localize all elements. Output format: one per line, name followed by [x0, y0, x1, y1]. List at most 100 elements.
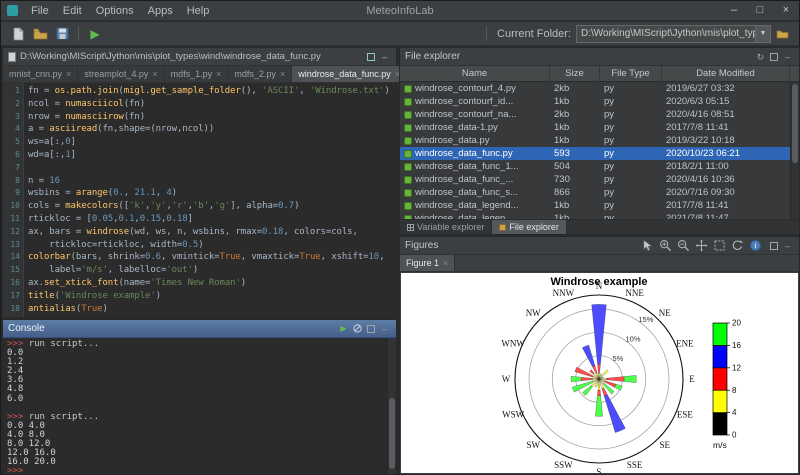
console-float-icon[interactable]	[367, 325, 375, 333]
open-file-icon[interactable]	[31, 25, 49, 43]
pan-icon[interactable]	[695, 239, 708, 252]
code-editor[interactable]: 123456789101112131415161718 fn = os.path…	[3, 83, 396, 317]
console-scrollbar[interactable]	[387, 338, 396, 474]
column-header-name[interactable]: Name	[400, 66, 550, 81]
column-header-file-type[interactable]: File Type	[600, 66, 662, 81]
close-tab-icon[interactable]: ×	[152, 69, 157, 79]
windrose-petal-segment	[571, 376, 581, 381]
zoom-in-icon[interactable]	[659, 239, 672, 252]
line-number: 5	[3, 136, 20, 149]
figures-float-icon[interactable]	[770, 242, 778, 250]
colorbar-tick-label: 16	[732, 341, 741, 350]
close-button[interactable]: ×	[773, 1, 799, 20]
table-row[interactable]: windrose_data_func_...730py2020/4/16 10:…	[400, 173, 790, 186]
console-run-icon[interactable]: ▶	[339, 324, 348, 334]
table-row[interactable]: windrose_data_func_1...504py2018/2/1 11:…	[400, 160, 790, 173]
editor-tab-streamplot-4-py[interactable]: streamplot_4.py ×	[78, 66, 164, 82]
figure-tab[interactable]: Figure 1 ×	[400, 255, 455, 271]
code-area[interactable]: fn = os.path.join(migl.get_sample_folder…	[24, 83, 396, 317]
file-name-cell: windrose_data_func_s...	[400, 187, 550, 198]
save-icon[interactable]	[53, 25, 71, 43]
close-tab-icon[interactable]: ×	[66, 69, 71, 79]
close-tab-icon[interactable]: ×	[280, 69, 285, 79]
code-line: cols = makecolors(['k','y','r','b','g'],…	[28, 200, 396, 213]
menu-edit[interactable]: Edit	[56, 3, 89, 19]
column-header-date-modified[interactable]: Date Modified	[662, 66, 790, 81]
menu-help[interactable]: Help	[180, 3, 217, 19]
console-content: >>> run script...0.01.22.43.64.86.0 >>> …	[3, 338, 396, 474]
close-tab-icon[interactable]: ×	[216, 69, 221, 79]
minimize-button[interactable]: –	[721, 1, 747, 20]
editor-minimize-icon[interactable]: –	[380, 52, 389, 62]
maximize-button[interactable]: □	[747, 1, 773, 20]
table-row[interactable]: windrose_contourf_4.py2kbpy2019/6/27 03:…	[400, 82, 790, 95]
console-minimize-icon[interactable]: –	[380, 324, 389, 334]
line-number: 4	[3, 123, 20, 136]
file-date: 2018/2/1 11:00	[662, 161, 790, 172]
console-line: 8.0 12.0	[7, 440, 387, 449]
current-folder-combobox[interactable]: D:\Working\MIScript\Jython\mis\plot_type…	[576, 25, 771, 43]
table-row[interactable]: windrose_data.py1kbpy2019/3/22 10:18	[400, 134, 790, 147]
python-file-icon	[404, 85, 412, 93]
table-row[interactable]: windrose_contourf_na...2kbpy2020/4/16 08…	[400, 108, 790, 121]
editor-file-path: D:\Working\MIScript\Jython\mis\plot_type…	[20, 51, 321, 62]
console-line: >>>	[7, 467, 387, 474]
menu-options[interactable]: Options	[89, 3, 141, 19]
scrollbar-thumb[interactable]	[389, 398, 395, 469]
select-arrow-icon[interactable]	[641, 239, 654, 252]
browse-folder-icon[interactable]	[773, 25, 791, 43]
windrose-petal-segment	[597, 390, 600, 396]
file-explorer-float-icon[interactable]	[770, 53, 778, 61]
code-line: wsbins = arange(0., 21.1, 4)	[28, 187, 396, 200]
table-row[interactable]: windrose_data_func.py593py2020/10/23 06:…	[400, 147, 790, 160]
run-script-icon[interactable]: ▶	[86, 25, 104, 43]
table-row[interactable]: windrose_data-1.py1kbpy2017/7/8 11:41	[400, 121, 790, 134]
scrollbar-thumb[interactable]	[792, 84, 798, 163]
code-line: n = 16	[28, 175, 396, 188]
file-explorer-minimize-icon[interactable]: –	[783, 52, 792, 62]
table-row[interactable]: windrose_contourf_id...1kbpy2020/6/3 05:…	[400, 95, 790, 108]
table-row[interactable]: windrose_data_func_s...866py2020/7/16 09…	[400, 186, 790, 199]
new-script-icon[interactable]	[9, 25, 27, 43]
console-line: 0.0 4.0	[7, 422, 387, 431]
editor-float-icon[interactable]	[367, 53, 375, 61]
zoom-out-icon[interactable]	[677, 239, 690, 252]
rotate-icon[interactable]	[731, 239, 744, 252]
code-line: ws=a[:,0]	[28, 136, 396, 149]
dropdown-arrow-icon[interactable]: ▼	[755, 26, 770, 42]
full-extent-icon[interactable]	[713, 239, 726, 252]
figure-canvas[interactable]: NNNENEENEEESESESSESSSWSWWSWWWNWNWNNW5%10…	[401, 273, 798, 473]
window-controls: – □ ×	[721, 1, 799, 20]
file-table-scrollbar[interactable]	[790, 82, 799, 219]
menu-apps[interactable]: Apps	[141, 3, 180, 19]
file-date: 2020/10/23 06:21	[662, 148, 790, 159]
console-output[interactable]: >>> run script...0.01.22.43.64.86.0 >>> …	[3, 338, 387, 474]
table-row[interactable]: windrose_data_legend...1kbpy2017/7/8 11:…	[400, 199, 790, 212]
editor-tab-mnist-cnn-py[interactable]: mnist_cnn.py×	[3, 66, 78, 82]
tab-label: streamplot_4.py	[84, 69, 148, 79]
info-icon[interactable]: i	[749, 239, 762, 252]
refresh-icon[interactable]: ↻	[756, 52, 765, 62]
editor-tab-windrose-data-func-py[interactable]: windrose_data_func.py×	[292, 66, 407, 82]
console-panel-chrome: ▶ –	[339, 324, 391, 334]
menu-file[interactable]: File	[24, 3, 56, 19]
bottom-tab-variable-explorer[interactable]: Variable explorer	[400, 220, 492, 234]
colorbar-tick-label: 20	[732, 319, 741, 328]
file-type: py	[600, 213, 662, 219]
close-figure-icon[interactable]: ×	[443, 258, 448, 268]
editor-tab-mdfs-1-py[interactable]: mdfs_1.py×	[165, 66, 229, 82]
bottom-tab-file-explorer[interactable]: File explorer	[492, 220, 567, 234]
console-header: Console ▶ –	[3, 320, 396, 338]
file-type: py	[600, 83, 662, 94]
column-header-size[interactable]: Size	[550, 66, 600, 81]
editor-tab-mdfs-2-py[interactable]: mdfs_2.py×	[228, 66, 292, 82]
file-size: 1kb	[550, 135, 600, 146]
console-clear-icon[interactable]	[353, 324, 362, 334]
table-row[interactable]: windrose_data_legen...1kbpy2021/7/8 11:4…	[400, 212, 790, 219]
windrose-petal-segment	[582, 345, 595, 367]
code-line: ax, bars = windrose(wd, ws, n, wsbins, r…	[28, 226, 396, 239]
figures-minimize-icon[interactable]: –	[783, 241, 792, 251]
editor-header: D:\Working\MIScript\Jython\mis\plot_type…	[3, 48, 396, 66]
figure-tab-bar: Figure 1 ×	[400, 255, 799, 272]
main-toolbar: ▶ Current Folder: D:\Working\MIScript\Jy…	[1, 22, 799, 46]
